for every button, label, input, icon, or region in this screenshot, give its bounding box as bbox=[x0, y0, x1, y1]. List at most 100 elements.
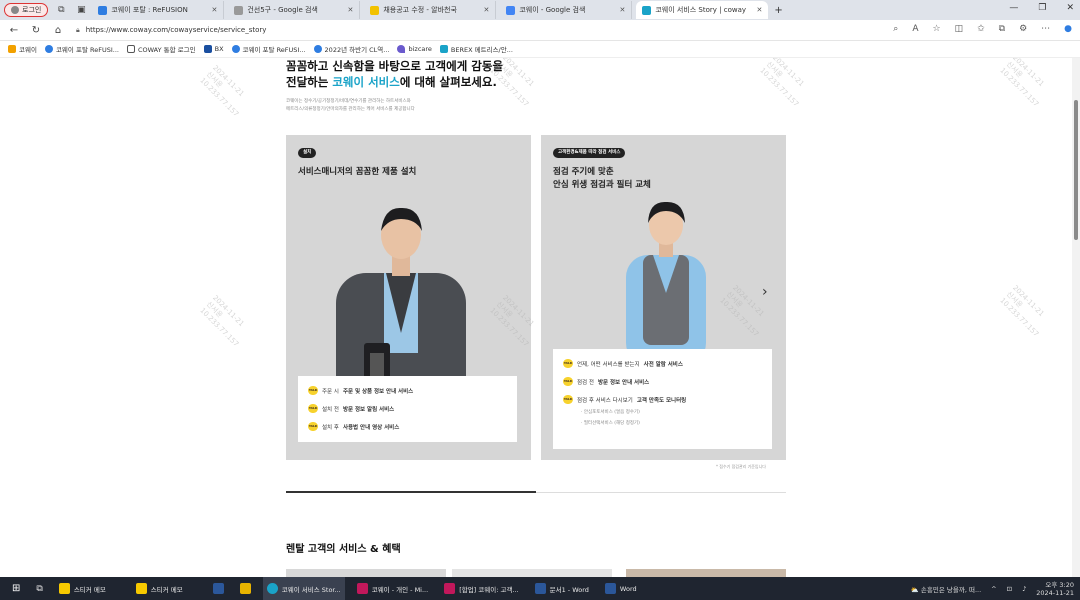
tab-0[interactable]: 코웨이 포탈 : ReFUSION ✕ bbox=[92, 1, 225, 19]
taskbar-app[interactable]: 스티커 메모 bbox=[132, 577, 187, 600]
bookmark-item[interactable]: 2022년 하반기 CL역... bbox=[313, 44, 389, 54]
close-window-icon[interactable]: ✕ bbox=[1066, 3, 1074, 13]
read-aloud-icon[interactable]: A bbox=[912, 24, 918, 34]
lock-icon: 🔒︎ bbox=[76, 25, 80, 34]
taskbar-app[interactable] bbox=[236, 577, 255, 600]
tray-chevron-icon[interactable]: ^ bbox=[991, 585, 996, 593]
kakaotalk-icon: TALK bbox=[308, 422, 318, 431]
tab-3[interactable]: 코웨이 - Google 검색 ✕ bbox=[500, 1, 633, 19]
address-bar-row: ← ↻ ⌂ 🔒︎ https://www.coway.com/cowayserv… bbox=[0, 20, 1080, 41]
tab-4-active[interactable]: 코웨이 서비스 Story | coway ✕ bbox=[636, 1, 769, 19]
copilot-icon[interactable]: ● bbox=[1064, 24, 1072, 34]
favorites-icon[interactable]: ✩ bbox=[977, 24, 985, 34]
network-icon[interactable]: ⊡ bbox=[1007, 585, 1012, 593]
split-screen-icon[interactable]: ◫ bbox=[955, 24, 964, 34]
kakaotalk-icon: TALK bbox=[308, 404, 318, 413]
bookmark-item[interactable]: 코웨이 포탈 ReFUSI... bbox=[231, 44, 306, 54]
tab-1[interactable]: 건선5구 - Google 검색 ✕ bbox=[228, 1, 361, 19]
tab-close-icon[interactable]: ✕ bbox=[756, 6, 762, 14]
bookmark-label: BEREX 메트리스/안... bbox=[450, 46, 513, 54]
edge-icon bbox=[266, 583, 278, 594]
start-icon[interactable]: ⊞ bbox=[8, 577, 24, 600]
taskbar-app-label: 코웨이 서비스 Stor... bbox=[281, 585, 341, 594]
minimize-icon[interactable]: — bbox=[1009, 3, 1018, 13]
word-icon bbox=[534, 583, 546, 594]
news-widget[interactable]: ⛅ 손흥민은 낭을까, 떠... bbox=[911, 584, 981, 594]
service-card-inspection[interactable]: 고객환경&제품 따라 점검 서비스 점검 주기에 맞춘 안심 위생 점검과 필터… bbox=[541, 135, 786, 460]
scrollbar-thumb[interactable] bbox=[1074, 100, 1078, 240]
tab-favicon-icon bbox=[234, 5, 244, 15]
taskbar-app-label: 문서1 - Word bbox=[549, 585, 589, 594]
profile-button[interactable]: 로그인 bbox=[4, 3, 49, 17]
card-info-box: TALK 주문 시 주문 및 상품 정보 안내 서비스 TALK 설치 전 방문 정… bbox=[298, 376, 517, 442]
bookmark-item[interactable]: 코웨이 포탈 ReFUSI... bbox=[44, 44, 119, 54]
bookmark-item[interactable]: BEREX 메트리스/안... bbox=[439, 44, 513, 54]
watermark-text: 10.233.77.157 bbox=[758, 66, 801, 109]
tab-favicon-icon bbox=[370, 5, 380, 15]
benefit-card-peek[interactable] bbox=[626, 569, 786, 577]
taskbar-app[interactable]: [합업] 코웨이: 고객... bbox=[440, 577, 522, 600]
service-card-install[interactable]: 설치 서비스매니저의 꼼꼼한 제품 설치 TALK 주문 시 주문 및 상품 정보… bbox=[286, 135, 531, 460]
page-scrollbar[interactable] bbox=[1072, 58, 1080, 577]
card-title-line1: 점검 주기에 맞춘 bbox=[553, 167, 614, 177]
bookmark-item[interactable]: BX bbox=[203, 45, 224, 53]
home-icon[interactable]: ⌂ bbox=[50, 25, 66, 36]
benefit-card-peek[interactable] bbox=[452, 569, 612, 577]
file-explorer-icon bbox=[239, 583, 251, 594]
bookmark-item[interactable]: 코웨이 bbox=[8, 44, 37, 54]
info-item: TALK 언제, 어떤 서비스를 받는지 사전 알람 서비스 bbox=[563, 359, 762, 368]
carousel-next-icon[interactable]: › bbox=[762, 284, 768, 300]
taskbar-app[interactable]: 코웨이 - 개인 - Mi... bbox=[353, 577, 432, 600]
tab-close-icon[interactable]: ✕ bbox=[211, 6, 217, 14]
restore-icon[interactable]: ❐ bbox=[1038, 3, 1046, 13]
url-field[interactable]: 🔒︎ https://www.coway.com/cowayservice/se… bbox=[76, 23, 876, 38]
info-bold: 방문 정보 안내 서비스 bbox=[597, 379, 650, 386]
favorite-star-icon[interactable]: ☆ bbox=[932, 24, 940, 34]
tab-close-icon[interactable]: ✕ bbox=[347, 6, 353, 14]
taskbar-app[interactable] bbox=[209, 577, 228, 600]
more-menu-icon[interactable]: ⋯ bbox=[1041, 24, 1050, 34]
workspaces-icon[interactable]: ⧉ bbox=[54, 3, 68, 17]
new-tab-icon[interactable]: + bbox=[774, 5, 782, 16]
tab-close-icon[interactable]: ✕ bbox=[619, 6, 625, 14]
tab-favicon-icon bbox=[506, 5, 516, 15]
watermark-text: 10.233.77.157 bbox=[198, 76, 241, 119]
back-icon[interactable]: ← bbox=[6, 25, 22, 36]
refresh-icon[interactable]: ↻ bbox=[28, 25, 44, 36]
taskbar-app[interactable]: 문서1 - Word bbox=[531, 577, 593, 600]
word-icon bbox=[604, 583, 616, 594]
bookmark-item[interactable]: bizcare bbox=[397, 45, 432, 53]
taskbar-app[interactable]: 스티커 메모 bbox=[55, 577, 110, 600]
collections-icon[interactable]: ⧉ bbox=[999, 24, 1005, 34]
info-pre: 점검 전 bbox=[577, 379, 594, 386]
task-view-icon[interactable]: ⧉ bbox=[32, 577, 46, 600]
folder-icon bbox=[8, 45, 16, 53]
taskbar-app-label: [합업] 코웨이: 고객... bbox=[459, 585, 519, 594]
tab-2[interactable]: 채용공고 수정 - 알바천국 ✕ bbox=[364, 1, 497, 19]
bookmark-favicon-icon bbox=[44, 45, 53, 53]
tab-actions-icon[interactable]: ▣ bbox=[74, 3, 88, 17]
hero-title-line1: 꼼꼼하고 신속함을 바탕으로 고객에게 감동을 bbox=[286, 59, 504, 73]
info-item: TALK 점검 후 서비스 다시보기 고객 만족도 모니터링 bbox=[563, 395, 762, 404]
tab-close-icon[interactable]: ✕ bbox=[483, 6, 489, 14]
card-title: 서비스매니저의 꼼꼼한 제품 설치 bbox=[298, 167, 417, 177]
system-clock[interactable]: 오후 3:20 2024-11-21 bbox=[1036, 581, 1074, 597]
taskbar-app[interactable]: Word bbox=[601, 577, 641, 600]
taskbar-app-active[interactable]: 코웨이 서비스 Stor... bbox=[262, 577, 345, 600]
watermark-text: 2024-11-21 bbox=[1011, 283, 1046, 319]
hero-highlight: 코웨이 서비스 bbox=[332, 75, 400, 89]
bookmark-item[interactable]: COWAY 통합 로그인 bbox=[126, 44, 196, 54]
watermark-text: 10.233.77.157 bbox=[998, 296, 1041, 339]
kakaotalk-icon: TALK bbox=[563, 359, 573, 368]
taskbar-app-label: 스티커 메모 bbox=[73, 585, 106, 594]
benefit-card-peek[interactable] bbox=[286, 569, 446, 577]
profile-avatar-icon bbox=[11, 6, 19, 14]
hero-prefix: 전달하는 bbox=[286, 75, 333, 89]
volume-icon[interactable]: ♪ bbox=[1022, 585, 1026, 593]
taskbar-app-label: Word bbox=[619, 584, 637, 593]
zoom-icon[interactable]: ⌕ bbox=[893, 24, 898, 34]
extensions-icon[interactable]: ⚙ bbox=[1019, 24, 1027, 34]
hero-title: 꼼꼼하고 신속함을 바탕으로 고객에게 감동을 전달하는 코웨이 서비스에 대해… bbox=[286, 58, 503, 90]
carousel-progress[interactable] bbox=[286, 491, 786, 493]
info-pre: 설치 후 bbox=[322, 424, 339, 431]
